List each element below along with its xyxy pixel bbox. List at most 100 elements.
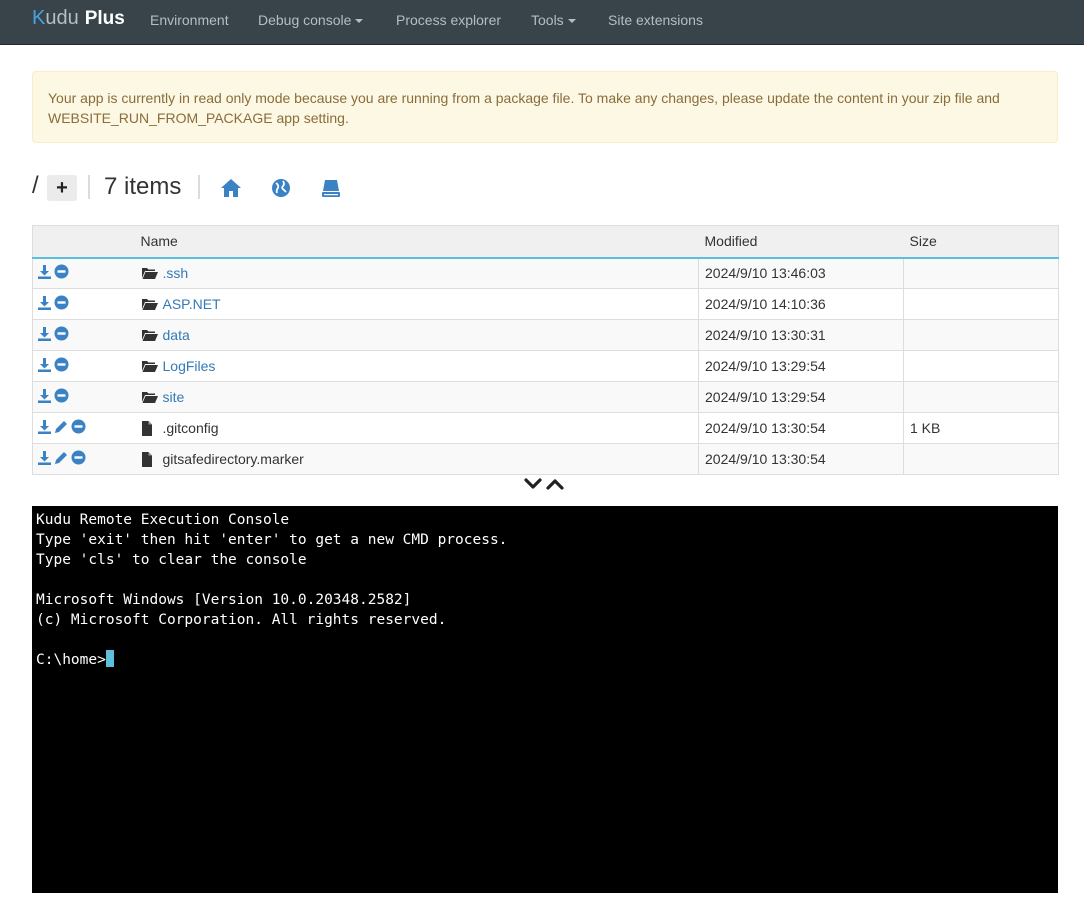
console-line: Type 'cls' to clear the console — [36, 552, 307, 568]
read-only-alert: Your app is currently in read only mode … — [32, 71, 1058, 143]
folder-icon — [141, 390, 159, 404]
folder-link[interactable]: LogFiles — [163, 358, 216, 374]
row-actions — [32, 381, 135, 413]
row-name: ASP.NET — [134, 288, 699, 320]
row-actions — [32, 443, 135, 475]
chevron-down-icon — [567, 19, 576, 23]
file-name[interactable]: .gitconfig — [163, 420, 219, 436]
folder-icon — [141, 359, 159, 373]
divider — [88, 175, 90, 199]
nav-environment[interactable]: Environment — [150, 12, 229, 28]
remote-execution-console[interactable]: Kudu Remote Execution Console Type 'exit'… — [32, 506, 1058, 893]
nav-process-explorer[interactable]: Process explorer — [396, 12, 501, 28]
col-name-header[interactable]: Name — [134, 225, 699, 259]
alert-text: Your app is currently in read only mode … — [48, 90, 1000, 126]
row-modified: 2024/9/10 13:46:03 — [698, 257, 904, 289]
download-icon[interactable] — [38, 357, 51, 375]
globe-icon[interactable] — [271, 178, 291, 203]
row-actions — [32, 257, 135, 289]
nav-tools[interactable]: Tools — [531, 12, 576, 28]
row-actions — [32, 412, 135, 444]
chevron-down-icon — [355, 19, 364, 23]
path-root[interactable]: / — [32, 172, 39, 200]
table-row[interactable]: LogFiles 2024/9/10 13:29:54 — [32, 350, 1059, 382]
delete-icon[interactable] — [54, 388, 69, 406]
file-table: Name Modified Size .ssh 2024/9/10 13:46:0… — [32, 225, 1059, 475]
row-name: .gitconfig — [134, 412, 699, 444]
download-icon[interactable] — [38, 264, 51, 282]
row-size — [903, 443, 1059, 475]
row-actions — [32, 288, 135, 320]
console-prompt: C:\home> — [36, 652, 106, 668]
delete-icon[interactable] — [54, 326, 69, 344]
col-size-header[interactable]: Size — [903, 225, 1059, 259]
file-rows: .ssh 2024/9/10 13:46:03 ASP.NET 2024/9/10 1… — [32, 257, 1059, 475]
drive-icon[interactable] — [321, 178, 341, 203]
delete-icon[interactable] — [71, 450, 86, 468]
folder-link[interactable]: site — [163, 389, 185, 405]
console-prompt-line[interactable]: C:\home> — [36, 650, 1054, 670]
home-icon[interactable] — [220, 178, 242, 203]
row-actions — [32, 319, 135, 351]
items-count: 7 items — [104, 173, 182, 200]
row-name: data — [134, 319, 699, 351]
edit-icon[interactable] — [54, 451, 68, 468]
download-icon[interactable] — [38, 450, 51, 468]
col-modified-header[interactable]: Modified — [698, 225, 904, 259]
download-icon[interactable] — [38, 419, 51, 437]
row-modified: 2024/9/10 13:30:54 — [698, 412, 904, 444]
folder-icon — [141, 297, 159, 311]
brand-kudu: Kudu — [32, 7, 79, 29]
row-modified: 2024/9/10 13:29:54 — [698, 350, 904, 382]
console-line: (c) Microsoft Corporation. All rights re… — [36, 612, 447, 628]
console-line: Type 'exit' then hit 'enter' to get a ne… — [36, 532, 508, 548]
download-icon[interactable] — [38, 326, 51, 344]
folder-link[interactable]: ASP.NET — [163, 296, 221, 312]
console-resize-toggle — [524, 477, 568, 493]
table-header-row: Name Modified Size — [32, 225, 1059, 259]
edit-icon[interactable] — [54, 420, 68, 437]
add-button[interactable]: + — [47, 175, 77, 201]
row-modified: 2024/9/10 13:29:54 — [698, 381, 904, 413]
divider — [198, 175, 200, 199]
folder-icon — [141, 328, 159, 342]
row-size — [903, 350, 1059, 382]
table-row[interactable]: site 2024/9/10 13:29:54 — [32, 381, 1059, 413]
row-modified: 2024/9/10 13:30:54 — [698, 443, 904, 475]
col-actions-header — [32, 225, 135, 259]
row-size — [903, 319, 1059, 351]
table-row[interactable]: ASP.NET 2024/9/10 14:10:36 — [32, 288, 1059, 320]
row-size: 1 KB — [903, 412, 1059, 444]
nav-site-extensions[interactable]: Site extensions — [608, 12, 703, 28]
nav-debug-console[interactable]: Debug console — [258, 12, 364, 28]
file-icon — [141, 451, 159, 467]
chevron-down-icon[interactable] — [524, 477, 542, 493]
row-modified: 2024/9/10 14:10:36 — [698, 288, 904, 320]
delete-icon[interactable] — [54, 264, 69, 282]
row-name: .ssh — [134, 257, 699, 289]
brand-logo[interactable]: Kudu Plus — [32, 7, 125, 35]
folder-link[interactable]: data — [163, 327, 190, 343]
delete-icon[interactable] — [54, 295, 69, 313]
row-name: LogFiles — [134, 350, 699, 382]
download-icon[interactable] — [38, 295, 51, 313]
table-row[interactable]: data 2024/9/10 13:30:31 — [32, 319, 1059, 351]
file-name[interactable]: gitsafedirectory.marker — [163, 451, 304, 467]
chevron-up-icon[interactable] — [546, 477, 564, 493]
file-icon — [141, 420, 159, 436]
folder-icon — [141, 266, 159, 280]
row-modified: 2024/9/10 13:30:31 — [698, 319, 904, 351]
console-line: Microsoft Windows [Version 10.0.20348.25… — [36, 592, 412, 608]
table-row[interactable]: .gitconfig 2024/9/10 13:30:54 1 KB — [32, 412, 1059, 444]
table-row[interactable]: .ssh 2024/9/10 13:46:03 — [32, 257, 1059, 289]
delete-icon[interactable] — [54, 357, 69, 375]
delete-icon[interactable] — [71, 419, 86, 437]
table-row[interactable]: gitsafedirectory.marker 2024/9/10 13:30:5… — [32, 443, 1059, 475]
row-name: gitsafedirectory.marker — [134, 443, 699, 475]
folder-link[interactable]: .ssh — [163, 265, 189, 281]
brand-plus: Plus — [84, 8, 125, 29]
row-size — [903, 288, 1059, 320]
download-icon[interactable] — [38, 388, 51, 406]
